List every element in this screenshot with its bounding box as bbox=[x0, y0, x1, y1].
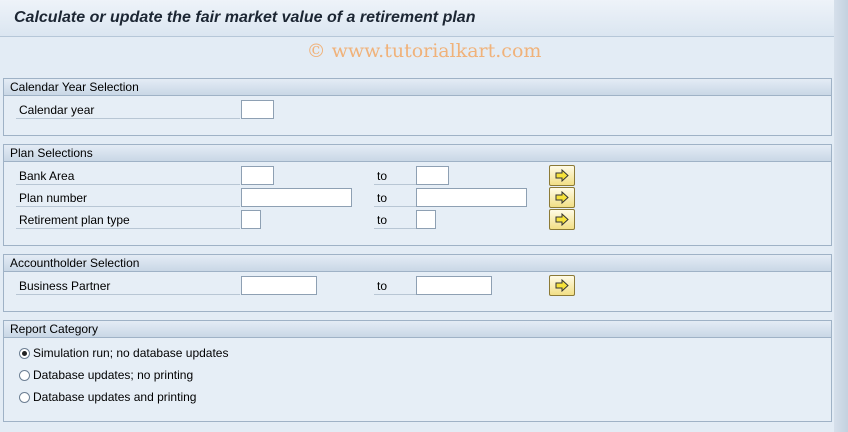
plan-number-from-input[interactable] bbox=[241, 188, 352, 207]
plan-number-to-label: to bbox=[374, 189, 416, 207]
group-header: Calendar Year Selection bbox=[4, 79, 831, 96]
bank-area-to-input[interactable] bbox=[416, 166, 449, 185]
arrow-right-icon bbox=[555, 279, 569, 292]
business-partner-multiple-selection-button[interactable] bbox=[549, 275, 575, 296]
arrow-right-icon bbox=[555, 191, 569, 204]
group-header: Report Category bbox=[4, 321, 831, 338]
group-header: Plan Selections bbox=[4, 145, 831, 162]
title-bar: Calculate or update the fair market valu… bbox=[0, 0, 848, 37]
arrow-right-icon bbox=[555, 169, 569, 182]
retirement-plan-type-to-label: to bbox=[374, 211, 416, 229]
calendar-year-input[interactable] bbox=[241, 100, 274, 119]
database-updates-and-printing-label: Database updates and printing bbox=[33, 390, 197, 404]
business-partner-from-input[interactable] bbox=[241, 276, 317, 295]
database-updates-and-printing-option[interactable]: Database updates and printing bbox=[19, 388, 196, 406]
retirement-plan-type-multiple-selection-button[interactable] bbox=[549, 209, 575, 230]
radio-button[interactable] bbox=[19, 392, 30, 403]
simulation-run-label: Simulation run; no database updates bbox=[33, 346, 229, 360]
calendar-year-label: Calendar year bbox=[16, 101, 240, 119]
bank-area-multiple-selection-button[interactable] bbox=[549, 165, 575, 186]
plan-number-to-input[interactable] bbox=[416, 188, 527, 207]
retirement-plan-type-from-input[interactable] bbox=[241, 210, 261, 229]
bank-area-to-label: to bbox=[374, 167, 416, 185]
accountholder-selection-group: Accountholder Selection Business Partner… bbox=[3, 254, 832, 312]
plan-number-label: Plan number bbox=[16, 189, 240, 207]
business-partner-to-label: to bbox=[374, 277, 416, 295]
radio-button[interactable] bbox=[19, 370, 30, 381]
arrow-right-icon bbox=[555, 213, 569, 226]
retirement-plan-type-to-input[interactable] bbox=[416, 210, 436, 229]
business-partner-to-input[interactable] bbox=[416, 276, 492, 295]
page-title: Calculate or update the fair market valu… bbox=[14, 9, 476, 26]
radio-button-selected[interactable] bbox=[19, 348, 30, 359]
plan-selections-group: Plan Selections Bank Area to Plan number… bbox=[3, 144, 832, 246]
watermark: © www.tutorialkart.com bbox=[306, 40, 542, 62]
group-header: Accountholder Selection bbox=[4, 255, 831, 272]
calendar-year-selection-group: Calendar Year Selection Calendar year bbox=[3, 78, 832, 136]
business-partner-label: Business Partner bbox=[16, 277, 240, 295]
report-category-group: Report Category Simulation run; no datab… bbox=[3, 320, 832, 422]
plan-number-multiple-selection-button[interactable] bbox=[549, 187, 575, 208]
bank-area-from-input[interactable] bbox=[241, 166, 274, 185]
retirement-plan-type-label: Retirement plan type bbox=[16, 211, 240, 229]
bank-area-label: Bank Area bbox=[16, 167, 240, 185]
database-updates-no-printing-option[interactable]: Database updates; no printing bbox=[19, 366, 193, 384]
simulation-run-option[interactable]: Simulation run; no database updates bbox=[19, 344, 228, 362]
right-scroll-edge bbox=[834, 0, 848, 432]
database-updates-no-printing-label: Database updates; no printing bbox=[33, 368, 194, 382]
